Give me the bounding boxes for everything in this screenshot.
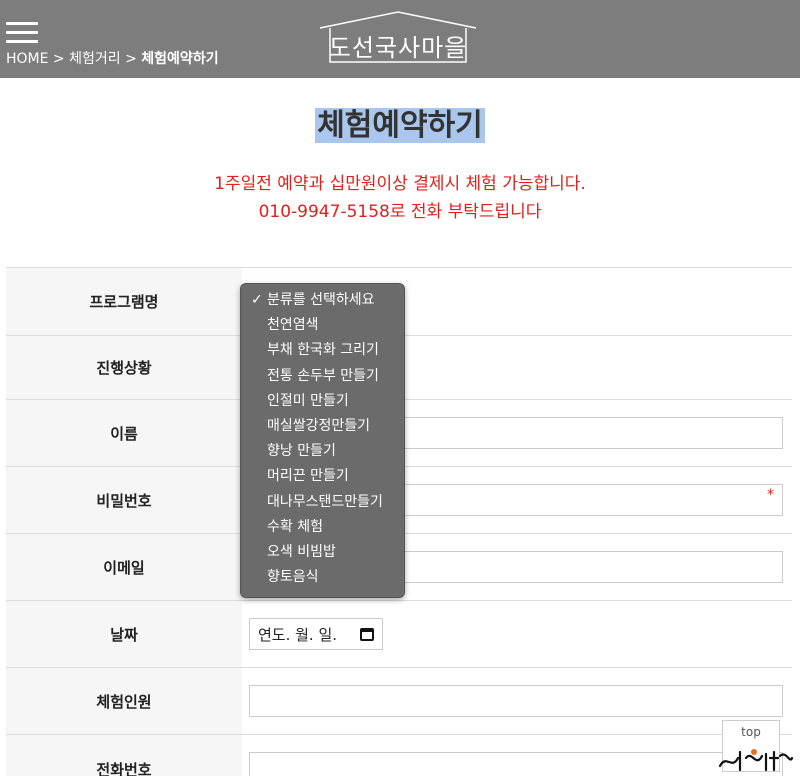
row-phone: 전화번호	[6, 735, 792, 776]
status-label: 진행상황	[6, 336, 242, 399]
dropdown-option[interactable]: 수확 체험	[241, 515, 404, 540]
dropdown-option[interactable]: 천연염색	[241, 313, 404, 338]
calendar-icon[interactable]	[360, 628, 374, 641]
dropdown-option[interactable]: 대나무스탠드만들기	[241, 490, 404, 515]
booking-notice: 1주일전 예약과 십만원이상 결제시 체험 가능합니다. 010-9947-51…	[0, 170, 800, 226]
breadcrumb-home[interactable]: HOME	[6, 51, 48, 67]
program-select-dropdown[interactable]: ✓ 분류를 선택하세요 천연염색 부채 한국화 그리기 전통 손두부 만들기 인절…	[240, 283, 405, 598]
dropdown-option[interactable]: 머리끈 만들기	[241, 464, 404, 489]
phone-input[interactable]	[249, 752, 783, 776]
breadcrumb-separator-2: >	[120, 51, 142, 67]
menu-icon[interactable]	[6, 22, 38, 44]
notice-line-1: 1주일전 예약과 십만원이상 결제시 체험 가능합니다.	[214, 174, 586, 194]
dropdown-option[interactable]: 매실쌀강정만들기	[241, 414, 404, 439]
row-people: 체험인원	[6, 668, 792, 735]
site-header: 도선국사마을 HOME > 체험거리 > 체험예약하기	[0, 0, 800, 78]
site-logo[interactable]: 도선국사마을	[316, 10, 480, 64]
date-label: 날짜	[6, 601, 242, 667]
name-label: 이름	[6, 400, 242, 466]
breadcrumb-separator: >	[48, 51, 70, 67]
program-label: 프로그램명	[6, 268, 242, 335]
people-input[interactable]	[249, 685, 783, 717]
page-title-text: 체험예약하기	[315, 108, 485, 143]
notice-line-2: 010-9947-5158로 전화 부탁드립니다	[258, 202, 542, 222]
dropdown-option[interactable]: 인절미 만들기	[241, 389, 404, 414]
logo-text: 도선국사마을	[328, 34, 468, 62]
top-label: top	[741, 725, 761, 739]
breadcrumb-current: 체험예약하기	[141, 51, 219, 67]
breadcrumb: HOME > 체험거리 > 체험예약하기	[6, 48, 219, 68]
breadcrumb-parent[interactable]: 체험거리	[69, 51, 121, 67]
row-date: 날짜 연도. 월. 일.	[6, 601, 792, 668]
brand-signature-icon	[718, 749, 794, 772]
dropdown-option[interactable]: 향낭 만들기	[241, 439, 404, 464]
dropdown-option[interactable]: ✓ 분류를 선택하세요	[241, 288, 404, 313]
required-mark: *	[767, 487, 774, 503]
page-title: 체험예약하기	[0, 100, 800, 144]
dropdown-option[interactable]: 부채 한국화 그리기	[241, 338, 404, 363]
email-label: 이메일	[6, 534, 242, 600]
dropdown-option[interactable]: 오색 비빔밥	[241, 540, 404, 565]
people-label: 체험인원	[6, 668, 242, 734]
date-input[interactable]: 연도. 월. 일.	[249, 618, 383, 650]
date-placeholder: 연도. 월. 일.	[258, 625, 338, 644]
phone-label: 전화번호	[6, 735, 242, 776]
dropdown-option[interactable]: 향토음식	[241, 565, 404, 590]
checkmark-icon: ✓	[251, 292, 263, 308]
dropdown-option[interactable]: 전통 손두부 만들기	[241, 364, 404, 389]
password-label: 비밀번호	[6, 467, 242, 533]
